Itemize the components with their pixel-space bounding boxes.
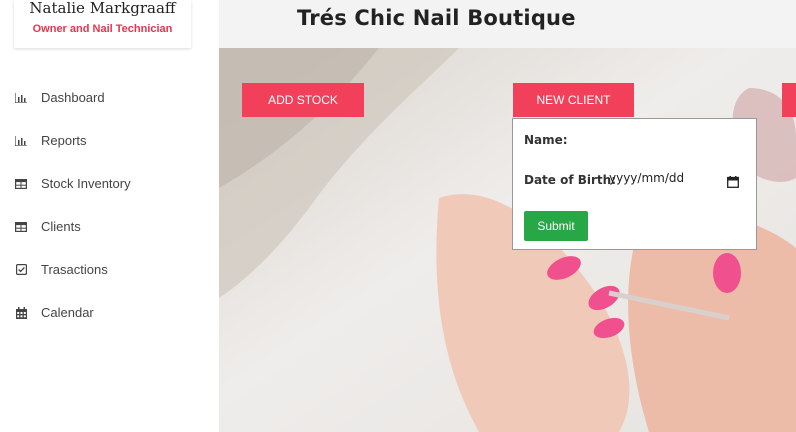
header-bar: Trés Chic Nail Boutique bbox=[219, 0, 796, 48]
page-title: Trés Chic Nail Boutique bbox=[297, 6, 576, 30]
sidebar-item-label: Dashboard bbox=[41, 90, 105, 105]
partially-visible-button[interactable] bbox=[782, 83, 796, 117]
calendar-picker-icon[interactable] bbox=[727, 173, 739, 188]
add-stock-button[interactable]: ADD STOCK bbox=[242, 83, 364, 117]
sidebar-item-clients[interactable]: Clients bbox=[0, 205, 219, 248]
sidebar-item-label: Stock Inventory bbox=[41, 176, 131, 191]
sidebar: Natalie Markgraaff Owner and Nail Techni… bbox=[0, 0, 219, 432]
table-icon bbox=[14, 220, 28, 234]
sidebar-item-dashboard[interactable]: Dashboard bbox=[0, 76, 219, 119]
sidebar-item-stock-inventory[interactable]: Stock Inventory bbox=[0, 162, 219, 205]
submit-button[interactable]: Submit bbox=[524, 211, 588, 241]
sidebar-item-label: Trasactions bbox=[41, 262, 108, 277]
new-client-form: Name: Date of Birth: yyyy/mm/dd Submit bbox=[512, 118, 757, 250]
calendar-icon bbox=[14, 306, 28, 320]
sidebar-nav: Dashboard Reports Stock Inventory Client… bbox=[0, 76, 219, 334]
bar-chart-icon bbox=[14, 134, 28, 148]
owner-role: Owner and Nail Technician bbox=[32, 23, 173, 35]
name-label: Name: bbox=[524, 133, 568, 147]
bar-chart-icon bbox=[14, 91, 28, 105]
sidebar-item-label: Clients bbox=[41, 219, 81, 234]
new-client-button[interactable]: NEW CLIENT bbox=[513, 83, 634, 117]
table-icon bbox=[14, 177, 28, 191]
sidebar-item-label: Calendar bbox=[41, 305, 94, 320]
dob-label: Date of Birth: bbox=[524, 173, 617, 187]
checkbox-icon bbox=[14, 263, 28, 277]
sidebar-item-reports[interactable]: Reports bbox=[0, 119, 219, 162]
sidebar-item-transactions[interactable]: Trasactions bbox=[0, 248, 219, 291]
owner-name: Natalie Markgraaff bbox=[29, 0, 176, 17]
sidebar-item-label: Reports bbox=[41, 133, 87, 148]
main-area: ADD STOCK NEW CLIENT Name: Date of Birth… bbox=[219, 48, 796, 432]
dob-input[interactable]: yyyy/mm/dd bbox=[609, 171, 684, 185]
brand-card: Natalie Markgraaff Owner and Nail Techni… bbox=[14, 0, 191, 48]
sidebar-item-calendar[interactable]: Calendar bbox=[0, 291, 219, 334]
